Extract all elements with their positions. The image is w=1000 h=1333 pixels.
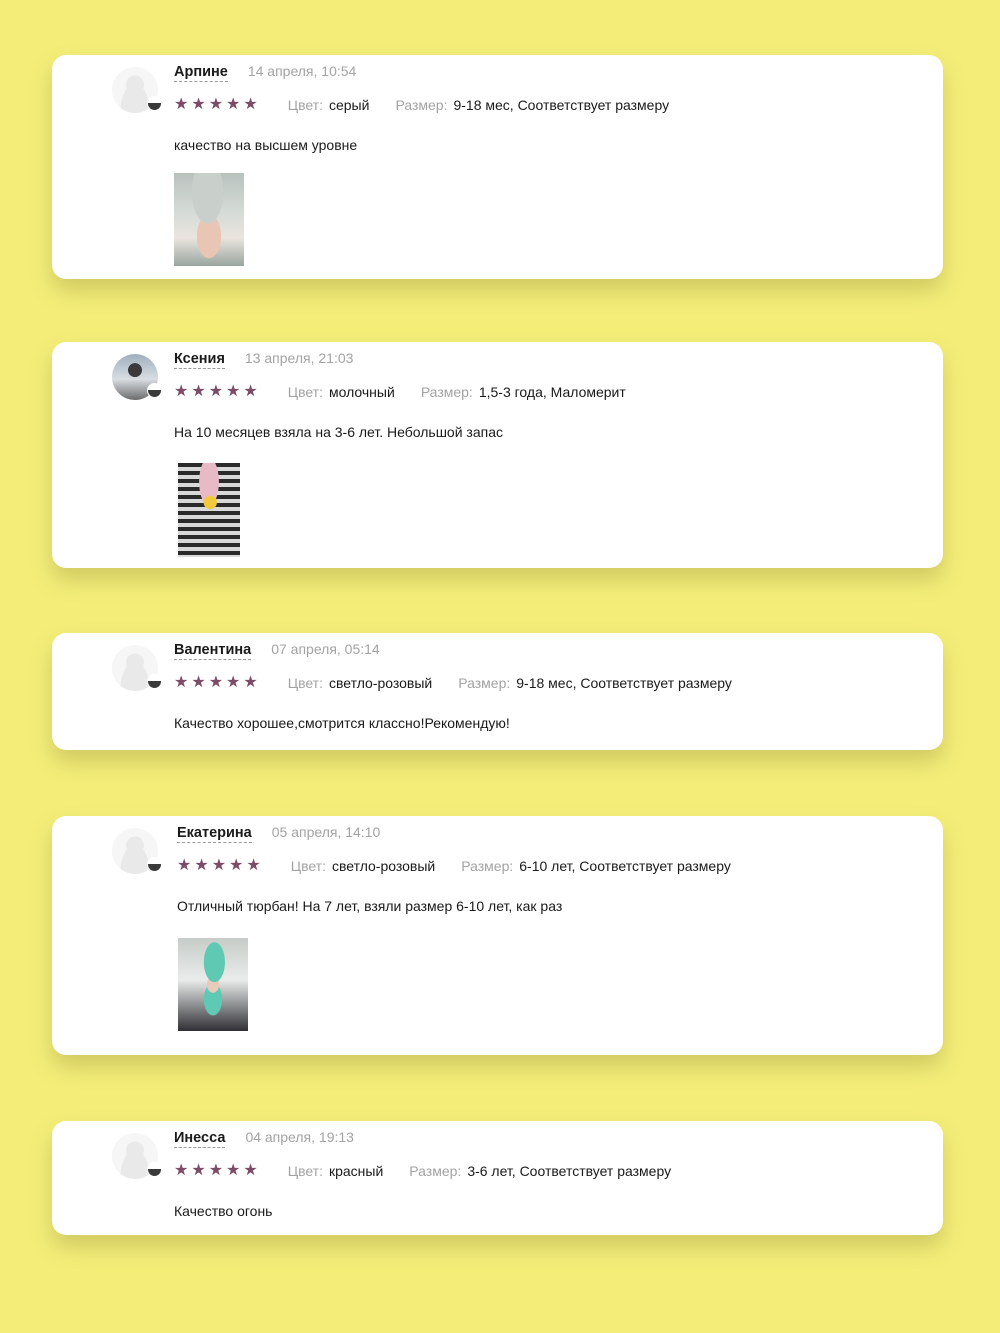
avatar-badge <box>147 96 162 111</box>
review-card: Инесса 04 апреля, 19:13 ★ ★ ★ ★ ★ Цвет: крас… <box>52 1121 943 1235</box>
size-value: 6-10 лет, Соответствует размеру <box>519 858 731 874</box>
avatar-badge <box>147 383 162 398</box>
avatar[interactable] <box>112 67 162 113</box>
reviewer-name[interactable]: Валентина <box>174 642 252 660</box>
star-icon: ★ <box>191 674 206 691</box>
star-icon: ★ <box>243 96 258 113</box>
color-value: светло-розовый <box>328 675 433 691</box>
avatar-badge <box>147 674 162 689</box>
reviewer-name[interactable]: Арпине <box>174 64 228 82</box>
avatar[interactable] <box>112 354 162 400</box>
star-icon: ★ <box>194 857 209 874</box>
color-label: Цвет: <box>287 384 323 400</box>
review-photo[interactable] <box>178 938 248 1031</box>
review-photo[interactable] <box>174 173 244 266</box>
review-text: На 10 месяцев взяла на 3-6 лет. Небольшо… <box>174 424 503 440</box>
star-icon: ★ <box>243 1162 258 1179</box>
star-icon: ★ <box>211 857 227 874</box>
star-icon: ★ <box>174 96 189 113</box>
review-meta: ★ ★ ★ ★ ★ Цвет: молочный Размер: 1,5-3 года,… <box>174 384 652 401</box>
color-value: светло-розовый <box>331 858 436 874</box>
review-meta: ★ ★ ★ ★ ★ Цвет: светло-розовый Размер: 6-10 … <box>177 858 757 875</box>
color-label: Цвет: <box>287 1163 323 1179</box>
star-icon: ★ <box>208 1162 224 1179</box>
star-icon: ★ <box>208 674 224 691</box>
review-text: Качество огонь <box>174 1203 273 1219</box>
review-meta: ★ ★ ★ ★ ★ Цвет: красный Размер: 3-6 лет, Соо… <box>174 1163 697 1180</box>
size-value: 9-18 мес, Соответствует размеру <box>453 97 670 113</box>
avatar-badge <box>147 857 162 872</box>
star-icon: ★ <box>174 383 189 400</box>
size-label: Размер: <box>409 1163 462 1179</box>
star-icon: ★ <box>174 1162 189 1179</box>
review-header: Валентина 07 апреля, 05:14 <box>174 641 380 660</box>
review-header: Инесса 04 апреля, 19:13 <box>174 1129 354 1148</box>
reviewer-name[interactable]: Ксения <box>174 351 225 369</box>
star-icon: ★ <box>226 1162 241 1179</box>
star-icon: ★ <box>191 383 206 400</box>
review-card: Арпине 14 апреля, 10:54 ★ ★ ★ ★ ★ Цвет: серы… <box>52 55 943 279</box>
avatar-badge <box>147 1162 162 1177</box>
rating-stars: ★ ★ ★ ★ ★ <box>174 675 258 691</box>
star-icon: ★ <box>226 674 241 691</box>
size-value: 9-18 мес, Соответствует размеру <box>516 675 732 691</box>
star-icon: ★ <box>208 383 224 400</box>
review-text: качество на высшем уровне <box>174 137 358 153</box>
review-card: Ксения 13 апреля, 21:03 ★ ★ ★ ★ ★ Цвет: моло… <box>52 342 943 568</box>
color-label: Цвет: <box>287 675 323 691</box>
review-meta: ★ ★ ★ ★ ★ Цвет: серый Размер: 9-18 мес, Соот… <box>174 97 695 114</box>
size-label: Размер: <box>420 384 473 400</box>
size-label: Размер: <box>458 675 511 691</box>
review-text: Отличный тюрбан! На 7 лет, взяли размер … <box>177 898 563 914</box>
reviewer-name[interactable]: Екатерина <box>177 825 252 843</box>
review-header: Екатерина 05 апреля, 14:10 <box>177 824 380 843</box>
review-date: 04 апреля, 19:13 <box>245 1129 354 1145</box>
color-label: Цвет: <box>287 97 323 113</box>
rating-stars: ★ ★ ★ ★ ★ <box>174 1163 258 1179</box>
star-icon: ★ <box>208 96 224 113</box>
color-value: красный <box>328 1163 384 1179</box>
star-icon: ★ <box>243 383 258 400</box>
rating-stars: ★ ★ ★ ★ ★ <box>174 384 258 400</box>
color-value: молочный <box>328 384 395 400</box>
star-icon: ★ <box>174 674 189 691</box>
review-header: Арпине 14 апреля, 10:54 <box>174 63 356 82</box>
star-icon: ★ <box>177 857 192 874</box>
star-icon: ★ <box>226 383 241 400</box>
review-header: Ксения 13 апреля, 21:03 <box>174 350 353 369</box>
review-date: 05 апреля, 14:10 <box>271 824 381 840</box>
review-photo[interactable] <box>178 463 240 557</box>
color-label: Цвет: <box>290 858 326 874</box>
star-icon: ★ <box>191 96 206 113</box>
size-label: Размер: <box>395 97 448 113</box>
avatar[interactable] <box>112 1133 162 1179</box>
review-card: Екатерина 05 апреля, 14:10 ★ ★ ★ ★ ★ Цвет: с… <box>52 816 943 1055</box>
star-icon: ★ <box>229 857 244 874</box>
size-value: 3-6 лет, Соответствует размеру <box>467 1163 672 1179</box>
review-date: 07 апреля, 05:14 <box>271 641 380 657</box>
review-date: 13 апреля, 21:03 <box>244 350 354 366</box>
review-card: Валентина 07 апреля, 05:14 ★ ★ ★ ★ ★ Цвет: с… <box>52 633 943 750</box>
rating-stars: ★ ★ ★ ★ ★ <box>174 97 258 113</box>
star-icon: ★ <box>243 674 258 691</box>
review-date: 14 апреля, 10:54 <box>247 63 357 79</box>
review-text: Качество хорошее,смотрится классно!Реком… <box>174 715 510 731</box>
star-icon: ★ <box>191 1162 206 1179</box>
star-icon: ★ <box>226 96 241 113</box>
color-value: серый <box>328 97 370 113</box>
size-value: 1,5-3 года, Маломерит <box>478 384 626 400</box>
size-label: Размер: <box>461 858 514 874</box>
review-meta: ★ ★ ★ ★ ★ Цвет: светло-розовый Размер: 9-18 … <box>174 675 758 692</box>
avatar[interactable] <box>112 645 162 691</box>
rating-stars: ★ ★ ★ ★ ★ <box>177 858 261 874</box>
avatar[interactable] <box>112 828 162 874</box>
star-icon: ★ <box>246 857 261 874</box>
reviewer-name[interactable]: Инесса <box>174 1130 226 1148</box>
